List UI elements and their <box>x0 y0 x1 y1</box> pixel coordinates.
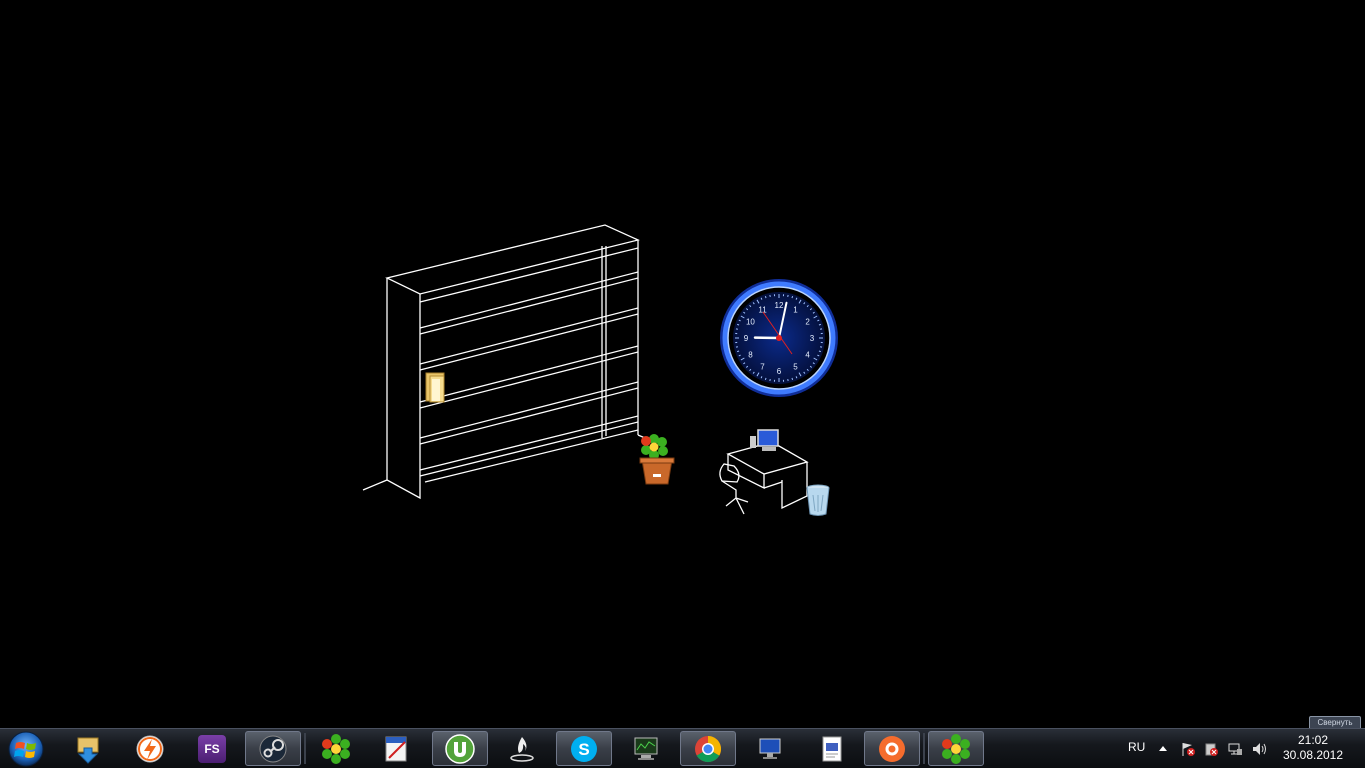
flash-icon <box>135 734 165 764</box>
clock-number: 6 <box>777 367 782 376</box>
clock-tick <box>819 351 821 352</box>
taskbar-app-monitor[interactable] <box>618 731 674 766</box>
clock-display[interactable]: 21:02 30.08.2012 <box>1278 733 1348 763</box>
taskbar-app-utorrent[interactable] <box>432 731 488 766</box>
clock-tick <box>737 324 739 325</box>
clock-tick <box>819 324 821 325</box>
clock-tick <box>765 378 766 380</box>
bookshelf-drawing <box>355 220 655 510</box>
steam-icon <box>258 734 288 764</box>
taskbar-app-editor[interactable] <box>368 731 424 766</box>
taskbar-app-chrome[interactable] <box>680 731 736 766</box>
fs-icon: FS <box>198 735 226 763</box>
taskbar-app-origin[interactable] <box>864 731 920 766</box>
icq-icon <box>320 733 352 765</box>
taskbar-app-document[interactable] <box>804 731 860 766</box>
clock-number: 2 <box>805 318 810 327</box>
language-indicator[interactable]: RU <box>1128 740 1145 754</box>
clock-tick <box>792 378 793 380</box>
taskbar-app-icq-active[interactable] <box>928 731 984 766</box>
monitor-icon <box>631 734 661 764</box>
utorrent-icon <box>444 733 476 765</box>
clock-number: 4 <box>805 351 810 360</box>
clock-number: 10 <box>746 318 755 327</box>
taskbar-app-fs[interactable]: FS <box>184 731 240 766</box>
desktop: 121234567891011 <box>0 0 1365 728</box>
taskbar-app-icq[interactable] <box>308 731 364 766</box>
network-icon[interactable] <box>1227 741 1243 757</box>
tray-date: 30.08.2012 <box>1278 747 1348 763</box>
show-hidden-icons-icon[interactable] <box>1158 744 1168 752</box>
taskbar-app-skype[interactable]: S <box>556 731 612 766</box>
origin-icon <box>877 734 907 764</box>
clock-tick <box>792 296 793 298</box>
svg-text:S: S <box>578 740 589 759</box>
taskbar: FS <box>0 728 1365 768</box>
clock-number: 5 <box>793 363 798 372</box>
icq-flowerpot-icon[interactable] <box>636 430 678 488</box>
skype-icon: S <box>569 734 599 764</box>
clock-number: 12 <box>775 301 784 310</box>
computer-desk-icon[interactable] <box>712 426 812 518</box>
taskbar-app-flame[interactable] <box>494 731 550 766</box>
clock-number: 11 <box>758 305 767 314</box>
system-tray: RU 21:02 30.08.2012 <box>1120 729 1365 768</box>
clock-number: 9 <box>744 334 749 343</box>
recycle-bin-icon[interactable] <box>805 483 833 517</box>
icq-active-icon <box>940 733 972 765</box>
clock-tick <box>737 351 739 352</box>
taskbar-separator <box>304 733 306 764</box>
document-icon <box>817 734 847 764</box>
taskbar-app-flash[interactable] <box>122 731 178 766</box>
clock-number: 3 <box>810 334 815 343</box>
chrome-icon <box>693 734 723 764</box>
display-icon <box>755 734 785 764</box>
editor-icon <box>381 734 411 764</box>
clock-gadget: 121234567891011 <box>719 278 839 398</box>
taskbar-app-steam[interactable] <box>245 731 301 766</box>
clock-tick <box>765 296 766 298</box>
taskbar-app-display[interactable] <box>742 731 798 766</box>
power-icon[interactable] <box>1203 741 1219 757</box>
folder-icon[interactable] <box>423 370 449 404</box>
action-center-flag-icon[interactable] <box>1180 741 1196 757</box>
clock-number: 1 <box>793 305 798 314</box>
downloads-icon <box>72 734 104 764</box>
clock-number: 8 <box>748 351 753 360</box>
volume-icon[interactable] <box>1251 741 1267 757</box>
start-button[interactable] <box>4 730 48 768</box>
clock-number: 7 <box>760 363 765 372</box>
flame-icon <box>507 734 537 764</box>
taskbar-app-downloads[interactable] <box>60 731 116 766</box>
taskbar-separator <box>923 733 925 764</box>
tray-time: 21:02 <box>1278 733 1348 747</box>
